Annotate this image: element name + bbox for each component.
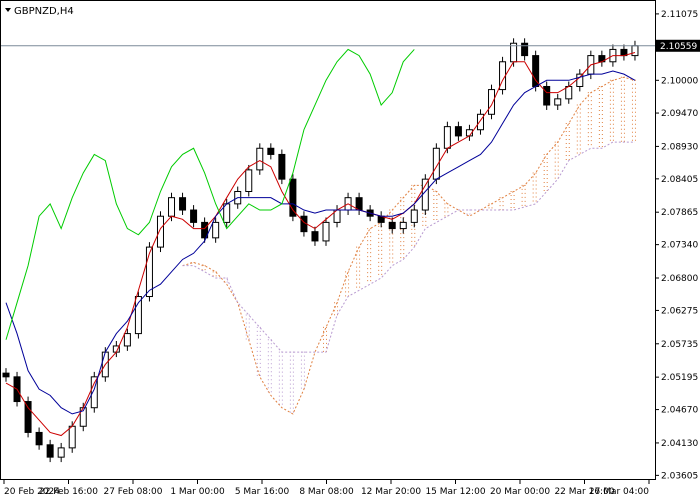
candle-body xyxy=(68,425,76,449)
candle-body xyxy=(24,401,32,433)
candle-body xyxy=(476,113,484,131)
candle-body xyxy=(576,73,584,87)
candle-body xyxy=(554,98,562,106)
candle-body xyxy=(267,147,275,155)
candle-body xyxy=(410,209,418,223)
chart-title: GBPNZD,H4 xyxy=(5,6,74,17)
candle-body xyxy=(245,169,253,193)
ichimoku-cloud xyxy=(182,76,638,415)
x-axis: 20 Feb 202422 Feb 16:00 27 Feb 08:00 1 Mar… xyxy=(3,480,650,497)
candle-body xyxy=(443,126,451,149)
y-axis: 2.11075 2.10000 2.09470 2.08930 2.08405 2.078… xyxy=(655,10,698,481)
y-tick-label: 2.06275 xyxy=(661,306,698,316)
candle-body xyxy=(322,221,330,242)
tenkan-line xyxy=(5,52,636,437)
candle-body xyxy=(278,153,286,180)
x-tick-label: 15 Mar 12:00 xyxy=(425,487,485,497)
candle-body xyxy=(179,197,187,211)
y-tick-label: 2.04130 xyxy=(661,439,698,449)
symbol-label: GBPNZD,H4 xyxy=(14,6,74,17)
chart-svg: GBPNZD,H4 2.110752.100002.094702.089302.… xyxy=(0,0,700,497)
x-tick-label: 22 Feb 16:00 xyxy=(39,487,98,497)
indicator-lines xyxy=(5,48,636,437)
y-tick-label: 2.06800 xyxy=(661,274,698,284)
candle-body xyxy=(454,126,462,137)
candle-body xyxy=(565,85,573,100)
candle-body xyxy=(256,147,264,171)
candle-body xyxy=(212,221,220,239)
x-tick-label: 12 Mar 20:00 xyxy=(361,487,421,497)
chikou-line xyxy=(5,48,415,340)
candle-body xyxy=(2,372,10,378)
y-tick-label: 2.05195 xyxy=(661,373,698,383)
candle-body xyxy=(190,209,198,223)
candle-body xyxy=(521,42,529,57)
y-tick-label: 2.08930 xyxy=(661,142,698,152)
y-tick-label: 2.03605 xyxy=(661,471,698,481)
current-price-tag: 2.10559 xyxy=(656,39,700,52)
kijun-line xyxy=(5,70,636,415)
y-tick-label: 2.09470 xyxy=(661,109,698,119)
candle-body xyxy=(123,333,131,347)
x-tick-label: 8 Mar 08:00 xyxy=(299,487,354,497)
candle-body xyxy=(57,447,65,458)
x-tick-label: 5 Mar 16:00 xyxy=(235,487,290,497)
candle-body xyxy=(488,89,496,115)
y-tick-label: 2.07865 xyxy=(661,208,698,218)
candlesticks xyxy=(2,38,639,463)
candle-body xyxy=(532,55,540,87)
current-price-label: 2.10559 xyxy=(660,42,697,52)
x-tick-label: 27 Mar 04:00 xyxy=(589,487,649,497)
candle-body xyxy=(156,215,164,248)
y-tick-label: 2.07340 xyxy=(661,241,698,251)
senkou-span-a-line xyxy=(182,76,636,415)
x-tick-label: 1 Mar 00:00 xyxy=(170,487,225,497)
y-tick-label: 2.04670 xyxy=(661,406,698,416)
candle-body xyxy=(355,197,363,211)
dropdown-triangle-icon[interactable] xyxy=(5,8,11,12)
y-tick-label: 2.11075 xyxy=(661,10,698,20)
y-tick-label: 2.05735 xyxy=(661,340,698,350)
y-tick-label: 2.08405 xyxy=(661,175,698,185)
candle-body xyxy=(631,45,639,57)
candle-body xyxy=(543,85,551,106)
x-tick-label: 27 Feb 08:00 xyxy=(103,487,162,497)
candle-body xyxy=(388,221,396,230)
candle-body xyxy=(168,197,176,217)
candle-body xyxy=(399,221,407,230)
candle-body xyxy=(35,431,43,446)
y-tick-label: 2.10000 xyxy=(661,76,698,86)
x-tick-label: 20 Mar 00:00 xyxy=(490,487,550,497)
candle-body xyxy=(311,231,319,242)
candle-body xyxy=(46,444,54,458)
